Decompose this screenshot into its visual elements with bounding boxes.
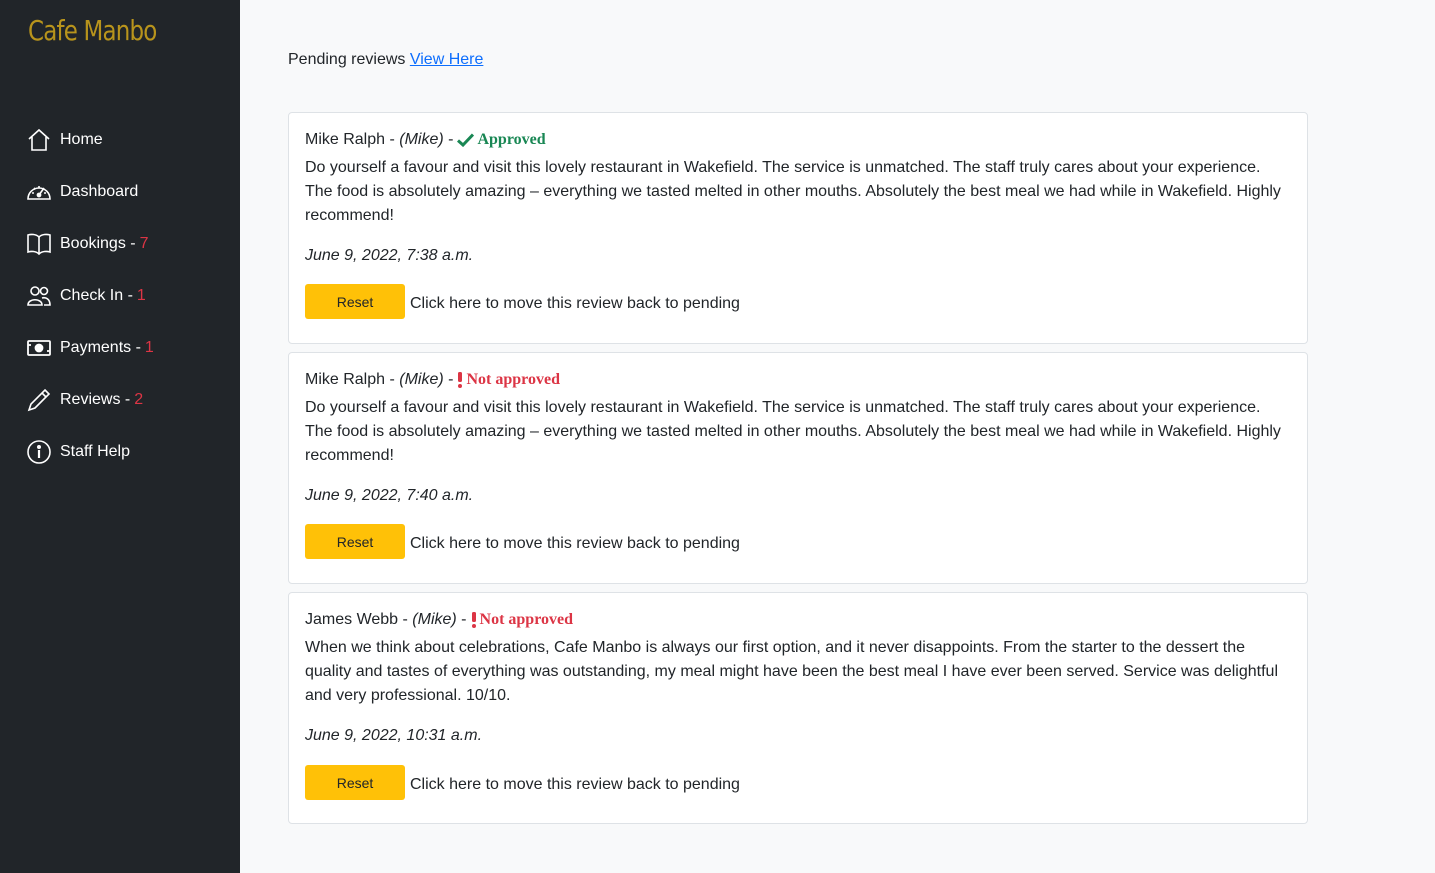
- status-badge: Approved: [457, 129, 546, 151]
- pencil-icon: [27, 388, 51, 412]
- reset-hint: Click here to move this review back to p…: [410, 534, 740, 552]
- review-alias: (Mike): [412, 611, 457, 628]
- view-here-link[interactable]: View Here: [410, 51, 484, 68]
- people-icon: [27, 286, 51, 306]
- review-actions: Reset Click here to move this review bac…: [305, 765, 740, 800]
- cash-icon: [27, 340, 51, 356]
- exclamation-icon: [458, 372, 463, 388]
- exclamation-icon: [471, 612, 476, 628]
- sidebar-item-staff-help[interactable]: Staff Help: [26, 426, 154, 478]
- reset-hint: Click here to move this review back to p…: [410, 775, 740, 793]
- sidebar-item-label: Dashboard: [60, 183, 139, 200]
- sidebar-item-home[interactable]: Home: [26, 114, 154, 166]
- bookings-count: 7: [139, 235, 149, 252]
- review-date: June 9, 2022, 7:40 a.m.: [305, 487, 474, 504]
- sidebar-item-bookings[interactable]: Bookings -7: [26, 218, 154, 270]
- sidebar-item-label: Home: [60, 131, 103, 148]
- review-date: June 9, 2022, 7:38 a.m.: [305, 247, 474, 264]
- sidebar-item-check-in[interactable]: Check In -1: [26, 270, 154, 322]
- review-author: James Webb: [305, 611, 399, 628]
- pending-reviews-label: Pending reviews: [288, 51, 406, 68]
- review-alias: (Mike): [399, 371, 444, 388]
- check-icon: [457, 133, 475, 147]
- payments-count: 1: [144, 339, 154, 356]
- book-icon: [27, 233, 51, 256]
- sidebar-item-dashboard[interactable]: Dashboard: [26, 166, 154, 218]
- sidebar-item-label: Bookings: [60, 235, 126, 252]
- sidebar-item-label: Staff Help: [60, 443, 130, 460]
- sidebar-item-label: Check In: [60, 287, 124, 304]
- review-text: When we think about celebrations, Cafe M…: [305, 639, 1278, 704]
- review-header: Mike Ralph - (Mike) - Not approved: [305, 369, 1291, 391]
- review-alias: (Mike): [399, 131, 444, 148]
- house-icon: [28, 128, 50, 151]
- reviews-count: 2: [134, 391, 144, 408]
- review-actions: Reset Click here to move this review bac…: [305, 284, 740, 319]
- reset-button[interactable]: Reset: [305, 765, 405, 800]
- review-card: Mike Ralph - (Mike) - Approved Do yourse…: [288, 112, 1308, 344]
- reset-button[interactable]: Reset: [305, 284, 405, 319]
- review-date: June 9, 2022, 10:31 a.m.: [305, 727, 483, 744]
- sidebar-item-reviews[interactable]: Reviews -2: [26, 374, 154, 426]
- review-header: Mike Ralph - (Mike) - Approved: [305, 129, 1291, 151]
- sidebar-nav: Home Dashboard Bookings -7 Check In -1 P…: [26, 114, 154, 478]
- info-icon: [27, 440, 51, 464]
- review-card: Mike Ralph - (Mike) - Not approved Do yo…: [288, 352, 1308, 584]
- review-header: James Webb - (Mike) - Not approved: [305, 609, 1291, 631]
- review-author: Mike Ralph: [305, 371, 386, 388]
- review-card: James Webb - (Mike) - Not approved When …: [288, 592, 1308, 824]
- status-badge: Not approved: [471, 609, 573, 631]
- sidebar-item-payments[interactable]: Payments -1: [26, 322, 154, 374]
- sidebar: Cafe Manbo Home Dashboard Bookings -7 Ch…: [0, 0, 240, 873]
- review-actions: Reset Click here to move this review bac…: [305, 524, 740, 559]
- sidebar-item-label: Reviews: [60, 391, 121, 408]
- reset-hint: Click here to move this review back to p…: [410, 294, 740, 312]
- review-text: Do yourself a favour and visit this love…: [305, 159, 1281, 224]
- pending-reviews-line: Pending reviews View Here: [288, 51, 483, 69]
- sidebar-item-label: Payments: [60, 339, 132, 356]
- brand-logo[interactable]: Cafe Manbo: [28, 14, 157, 47]
- review-author: Mike Ralph: [305, 131, 386, 148]
- status-badge: Not approved: [457, 369, 560, 391]
- check-in-count: 1: [136, 287, 146, 304]
- reset-button[interactable]: Reset: [305, 524, 405, 559]
- speedometer-icon: [27, 186, 51, 200]
- review-text: Do yourself a favour and visit this love…: [305, 399, 1281, 464]
